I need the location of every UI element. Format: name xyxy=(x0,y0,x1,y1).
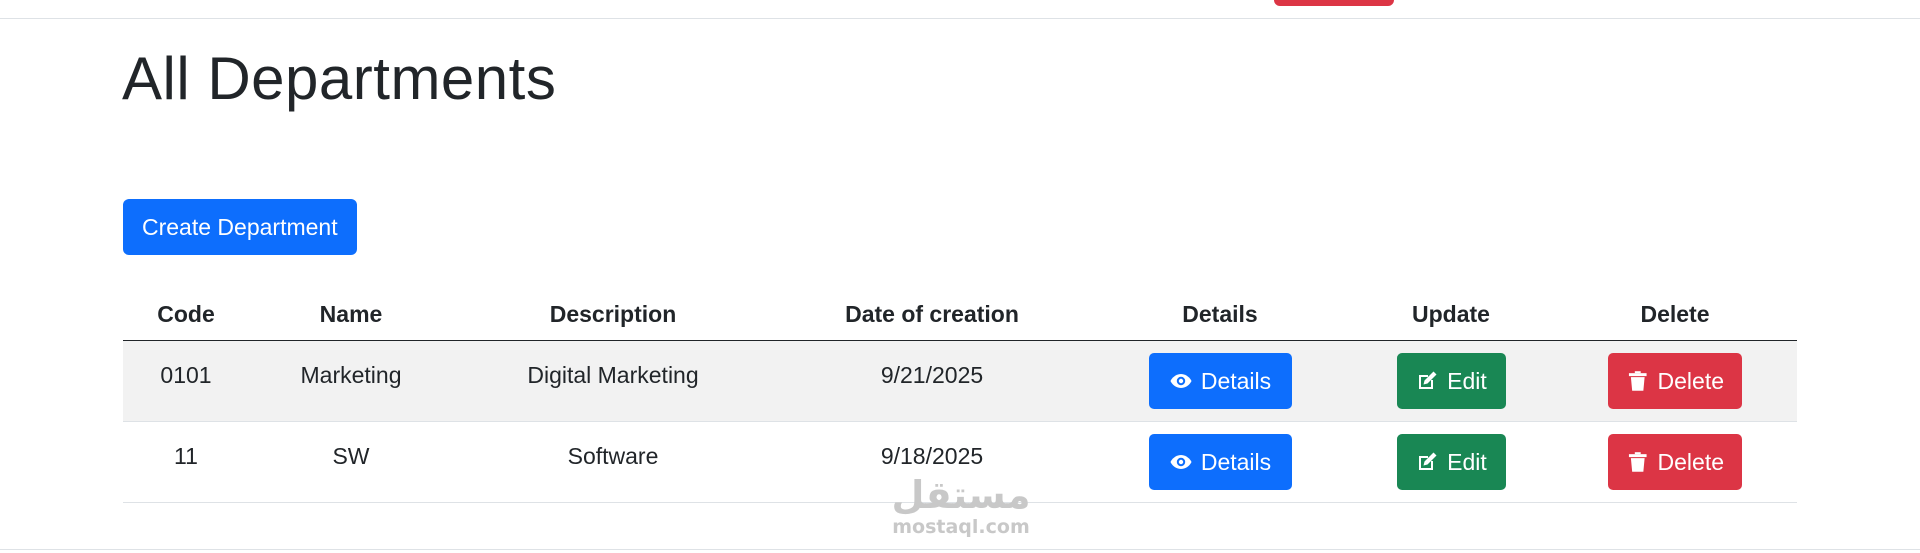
pencil-square-icon xyxy=(1419,371,1437,389)
create-department-button[interactable]: Create Department xyxy=(123,199,357,255)
header-code: Code xyxy=(123,288,249,341)
cell-code: 11 xyxy=(174,443,198,469)
cell-description: Software xyxy=(567,443,659,469)
cell-date: 9/18/2025 xyxy=(880,443,984,469)
cell-name: Marketing xyxy=(300,362,402,388)
header-description: Description xyxy=(453,288,773,341)
header-date-of-creation: Date of creation xyxy=(773,288,1091,341)
edit-button[interactable]: Edit xyxy=(1396,353,1506,409)
details-button[interactable]: Details xyxy=(1148,353,1292,409)
edit-button[interactable]: Edit xyxy=(1396,434,1506,490)
top-navbar xyxy=(0,0,1920,19)
details-button-label: Details xyxy=(1200,367,1272,394)
trash-icon xyxy=(1628,371,1647,391)
table-row: 0101 Marketing Digital Marketing 9/21/20… xyxy=(123,340,1797,422)
header-name: Name xyxy=(249,288,453,341)
watermark-arabic: مستقل xyxy=(891,473,1031,517)
eye-icon xyxy=(1170,374,1192,388)
trash-icon xyxy=(1628,452,1647,472)
cell-description: Digital Marketing xyxy=(527,362,699,388)
table-header-row: Code Name Description Date of creation D… xyxy=(123,288,1797,341)
edit-button-label: Edit xyxy=(1447,367,1487,394)
header-details: Details xyxy=(1091,288,1349,341)
departments-table: Code Name Description Date of creation D… xyxy=(123,288,1797,503)
footer-divider xyxy=(0,549,1920,550)
delete-button-label: Delete xyxy=(1657,367,1724,394)
mostaql-watermark: مستقل mostaql.com xyxy=(886,474,1036,538)
delete-button[interactable]: Delete xyxy=(1608,434,1742,490)
cell-name: SW xyxy=(332,443,370,469)
details-button[interactable]: Details xyxy=(1148,434,1292,490)
navbar-logout-button[interactable] xyxy=(1274,0,1394,6)
cell-date: 9/21/2025 xyxy=(880,362,984,388)
cell-code: 0101 xyxy=(160,362,212,388)
delete-button-label: Delete xyxy=(1657,448,1724,475)
delete-button[interactable]: Delete xyxy=(1608,353,1742,409)
eye-icon xyxy=(1170,455,1192,469)
edit-button-label: Edit xyxy=(1447,448,1487,475)
header-delete: Delete xyxy=(1553,288,1797,341)
page-title: All Departments xyxy=(122,45,557,112)
details-button-label: Details xyxy=(1200,448,1272,475)
pencil-square-icon xyxy=(1419,452,1437,470)
watermark-latin: mostaql.com xyxy=(892,516,1030,538)
header-update: Update xyxy=(1349,288,1553,341)
